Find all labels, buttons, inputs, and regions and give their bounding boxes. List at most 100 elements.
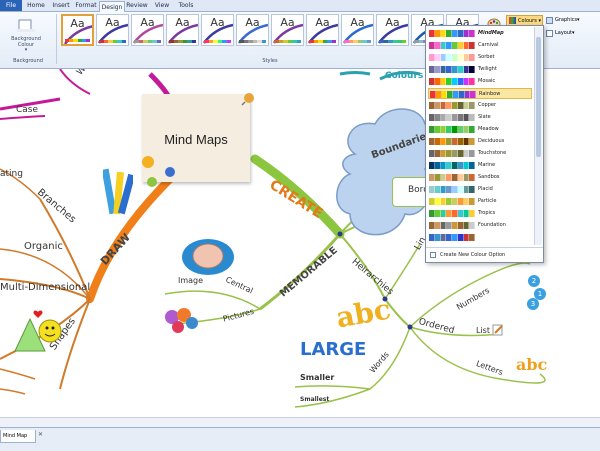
number-badge: 2 — [528, 275, 540, 287]
shapes-icon — [10, 309, 65, 354]
style-option-tile[interactable]: Aa — [236, 14, 269, 46]
layout-button[interactable]: Layout ▾ — [545, 28, 595, 39]
colour-option-particle[interactable]: Particle — [428, 196, 532, 207]
colour-swatch-strip — [430, 91, 476, 98]
tab-home[interactable]: Home — [24, 0, 48, 11]
style-option-tile[interactable]: Aa — [271, 14, 304, 46]
colour-option-tropics[interactable]: Tropics — [428, 208, 532, 219]
colour-option-label: Particle — [478, 198, 497, 204]
colour-option-label: Copper — [478, 102, 497, 108]
tab-format[interactable]: Format — [74, 0, 98, 11]
style-option-tile[interactable]: Aa — [201, 14, 234, 46]
colour-option-mindmap[interactable]: MindMap — [428, 28, 532, 39]
colour-option-label: Carnival — [478, 42, 499, 48]
create-colour-icon — [430, 252, 436, 258]
colour-swatch-strip — [429, 102, 475, 109]
colour-option-sandbox[interactable]: Sandbox — [428, 172, 532, 183]
chevron-down-icon: ▾ — [24, 47, 28, 53]
horizontal-scrollbar[interactable] — [0, 417, 600, 427]
colour-swatch-strip — [429, 150, 475, 157]
label-image[interactable]: Image — [178, 276, 203, 285]
colour-swatch-strip — [429, 162, 475, 169]
scroll-thumb[interactable] — [536, 37, 541, 157]
colour-option-marine[interactable]: Marine — [428, 160, 532, 171]
layout-button-label: Layout — [555, 30, 572, 36]
tab-view[interactable]: View — [150, 0, 174, 11]
colour-swatch-strip — [429, 66, 475, 73]
branch-colours[interactable]: Colours — [385, 71, 423, 81]
colour-option-carnival[interactable]: Carnival — [428, 40, 532, 51]
style-tile-colours — [65, 39, 91, 42]
pin-icon — [240, 91, 256, 106]
letters-abc-graphic: abc — [516, 355, 548, 374]
colours-icon — [509, 17, 516, 24]
colour-option-mosaic[interactable]: Mosaic — [428, 76, 532, 87]
colour-option-label: Placid — [478, 186, 493, 192]
colour-swatch-strip — [429, 222, 475, 229]
colour-swatch-strip — [429, 114, 475, 121]
menu-scrollbar[interactable] — [534, 27, 542, 245]
label-multi-dimensional[interactable]: Multi-Dimensional — [0, 282, 90, 293]
paint-bucket-icon — [17, 16, 35, 32]
document-tab-bar: Mind Map ✕ — [0, 427, 600, 451]
colour-option-slate[interactable]: Slate — [428, 112, 532, 123]
label-smallest[interactable]: Smallest — [300, 396, 329, 403]
colour-option-label: Meadow — [478, 126, 499, 132]
colour-swatch-strip — [429, 30, 475, 37]
style-tile-sample: Aa — [70, 17, 85, 30]
graphics-button[interactable]: Graphics ▾ — [545, 15, 595, 26]
colour-option-foundation[interactable]: Foundation — [428, 220, 532, 231]
document-tab[interactable]: Mind Map — [0, 430, 36, 443]
label-organic[interactable]: Organic — [24, 241, 63, 252]
style-option-tile[interactable]: Aa — [131, 14, 164, 46]
label-large[interactable]: LARGE — [300, 339, 366, 360]
style-tile-sample: Aa — [105, 16, 120, 29]
colour-option-more[interactable] — [428, 232, 532, 243]
colours-button-label: Colours — [518, 18, 537, 24]
colour-option-sorbet[interactable]: Sorbet — [428, 52, 532, 63]
style-option-tile[interactable]: Aa — [341, 14, 374, 46]
colour-option-label: Touchstone — [478, 150, 507, 156]
style-option-tile[interactable]: Aa — [96, 14, 129, 46]
tab-insert[interactable]: Insert — [49, 0, 73, 11]
style-tile-sample: Aa — [385, 16, 400, 29]
style-option-tile[interactable]: Aa — [166, 14, 199, 46]
menu-tab-bar: File Home Insert Format Design Review Vi… — [0, 0, 600, 12]
menu-divider — [426, 247, 543, 248]
colour-swatch-strip — [429, 198, 475, 205]
style-option-tile[interactable]: Aa — [61, 14, 94, 46]
tab-file[interactable]: File — [0, 0, 22, 11]
close-icon[interactable]: ✕ — [38, 431, 43, 438]
create-colour-option[interactable]: Create New Colour Option — [428, 250, 540, 260]
group-divider — [56, 14, 57, 64]
central-topic-label: Mind Maps — [164, 132, 228, 147]
colour-option-meadow[interactable]: Meadow — [428, 124, 532, 135]
style-option-tile[interactable]: Aa — [376, 14, 409, 46]
label-smaller[interactable]: Smaller — [300, 373, 334, 382]
colour-option-deciduous[interactable]: Deciduous — [428, 136, 532, 147]
style-tile-sample: Aa — [280, 16, 295, 29]
style-tile-colours — [204, 40, 231, 43]
colour-option-label: Slate — [478, 114, 491, 120]
boundaries-cloud[interactable] — [330, 99, 440, 249]
tab-review[interactable]: Review — [125, 0, 149, 11]
label-list[interactable]: List — [476, 326, 490, 335]
colour-option-placid[interactable]: Placid — [428, 184, 532, 195]
label-case[interactable]: Case — [16, 105, 38, 115]
number-badge: 3 — [527, 298, 539, 310]
colour-swatch-strip — [429, 186, 475, 193]
style-tile-sample: Aa — [175, 16, 190, 29]
colour-option-copper[interactable]: Copper — [428, 100, 532, 111]
tab-design[interactable]: Design — [99, 1, 125, 12]
background-colour-button[interactable]: Background Colour ▾ — [3, 14, 49, 58]
colour-swatch-strip — [429, 42, 475, 49]
colour-option-touchstone[interactable]: Touchstone — [428, 148, 532, 159]
label-rating[interactable]: ating — [0, 169, 23, 179]
tab-tools[interactable]: Tools — [175, 0, 197, 11]
style-tile-colours — [134, 40, 161, 43]
style-option-tile[interactable]: Aa — [306, 14, 339, 46]
colour-option-rainbow[interactable]: Rainbow — [428, 88, 532, 99]
colour-scheme-menu: MindMap Carnival Sorbet Twilight Mosaic Rainb… — [425, 25, 544, 263]
colour-option-twilight[interactable]: Twilight — [428, 64, 532, 75]
graphics-icon — [546, 17, 553, 24]
